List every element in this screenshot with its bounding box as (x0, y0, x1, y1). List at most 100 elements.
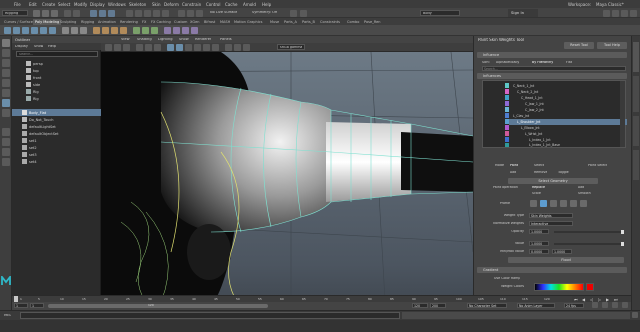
value-slider[interactable] (554, 242, 624, 246)
max-value-field[interactable]: 1.0000 (552, 249, 572, 254)
make-live-icon[interactable] (162, 10, 169, 17)
edge-loop-icon[interactable] (151, 27, 158, 34)
fps-dropdown[interactable]: 24 fps (564, 303, 584, 308)
planar-map-icon[interactable] (182, 27, 189, 34)
profile-soft-icon[interactable] (540, 200, 547, 207)
scene-end-field[interactable]: 200 (430, 303, 446, 308)
remove-radio[interactable]: Remove (534, 171, 547, 174)
sort-by-hierarchy-radio[interactable]: By Hierarchy (532, 61, 553, 64)
film-gate-icon[interactable] (154, 44, 161, 51)
scale-tool-icon[interactable] (2, 89, 10, 97)
paint-select-tool-icon[interactable] (2, 59, 10, 67)
bridge-icon[interactable] (102, 27, 109, 34)
outliner-item[interactable]: defaultLightSet (12, 123, 101, 130)
grid-icon[interactable] (145, 44, 152, 51)
combine-icon[interactable] (62, 27, 69, 34)
save-scene-icon[interactable] (51, 10, 58, 17)
extrude-icon[interactable] (93, 27, 100, 34)
wireframe-on-shaded-icon[interactable] (185, 44, 192, 51)
channel-box-icon[interactable] (630, 10, 637, 17)
menu-constrain[interactable]: Constrain (182, 2, 201, 7)
sphere-icon[interactable] (4, 27, 11, 34)
object-name-field[interactable]: Body (420, 10, 460, 16)
sort-alphabetically-radio[interactable]: Alphabetically (496, 61, 519, 64)
side-tab-tool-settings[interactable] (633, 150, 639, 180)
redo-icon[interactable] (73, 10, 80, 17)
sign-in-button[interactable]: Sign In (508, 9, 538, 17)
textured-icon[interactable] (194, 44, 201, 51)
paint-op-replace-radio[interactable]: Replace (532, 186, 545, 189)
outliner-item[interactable]: top (12, 67, 101, 74)
outliner-menu-show[interactable]: Show (34, 45, 43, 49)
menu-display[interactable]: Display (90, 2, 105, 7)
influence-search-input[interactable]: Search... (482, 66, 626, 71)
side-tab-modeling-toolkit[interactable] (633, 42, 639, 72)
profile-browse-icon[interactable] (580, 200, 587, 207)
viewport-canvas[interactable]: top -Y (101, 52, 473, 318)
outliner-menu-display[interactable]: Display (15, 45, 28, 49)
opacity-field[interactable]: 1.0000 (529, 229, 549, 234)
select-tool-icon[interactable] (2, 39, 10, 47)
input-mode-icon[interactable] (300, 10, 307, 17)
image-plane-icon[interactable] (136, 44, 143, 51)
viewport-menu-show[interactable]: Show (179, 38, 189, 42)
menu-file[interactable]: File (14, 2, 21, 7)
opacity-slider[interactable] (554, 230, 624, 234)
bevel-icon[interactable] (111, 27, 118, 34)
menu-edit[interactable]: Edit (29, 2, 37, 7)
target-weld-icon[interactable] (142, 27, 149, 34)
sound-icon[interactable] (612, 302, 618, 308)
outliner-item[interactable]: Do_Not_Touch (12, 116, 101, 123)
side-by-side-layout-icon[interactable] (2, 148, 10, 156)
mirror-icon[interactable] (164, 27, 171, 34)
automatic-map-icon[interactable] (191, 27, 198, 34)
script-editor-icon[interactable] (632, 312, 638, 318)
select-geometry-button[interactable]: Select Geometry (508, 178, 598, 184)
render-settings-icon[interactable] (196, 10, 203, 17)
auto-key-icon[interactable] (602, 302, 608, 308)
menu-windows[interactable]: Windows (108, 2, 126, 7)
opacity-slider-knob[interactable] (621, 230, 624, 234)
open-scene-icon[interactable] (42, 10, 49, 17)
single-view-layout-icon[interactable] (2, 128, 10, 136)
outliner-item[interactable]: Rig (12, 88, 101, 95)
outliner-item[interactable]: Rig (12, 95, 101, 102)
range-bar[interactable]: 120 (48, 304, 268, 308)
scene-start-field[interactable]: 1 (14, 303, 28, 308)
mode-paint-select-radio[interactable]: Paint Select (588, 164, 607, 167)
rotate-tool-icon[interactable] (2, 79, 10, 87)
outliner-item[interactable]: defaultObjectSet (12, 130, 101, 137)
viewport-menu-panels[interactable]: Panels (220, 38, 232, 42)
influences-scrollbar[interactable] (620, 81, 625, 147)
menu-select[interactable]: Select (58, 2, 70, 7)
flood-button[interactable]: Flood (508, 257, 624, 263)
paint-op-scale-radio[interactable]: Scale (532, 192, 541, 195)
menu-skin[interactable]: Skin (152, 2, 161, 7)
reset-tool-button[interactable]: Reset Tool (564, 42, 594, 49)
attribute-editor-icon[interactable] (612, 10, 619, 17)
paint-op-add-radio[interactable]: Add (578, 186, 584, 189)
profile-square-icon[interactable] (560, 200, 567, 207)
command-input[interactable] (20, 312, 400, 319)
profile-custom-icon[interactable] (570, 200, 577, 207)
outliner-item-selected[interactable]: Body_Flat (12, 109, 101, 116)
snap-point-icon[interactable] (144, 10, 151, 17)
anim-layer-dropdown[interactable]: No Anim Layer (517, 303, 555, 308)
loop-icon[interactable] (592, 302, 598, 308)
add-radio[interactable]: Add (510, 171, 516, 174)
outliner-item[interactable]: set2 (12, 144, 101, 151)
fill-hole-icon[interactable] (120, 27, 127, 34)
lasso-tool-icon[interactable] (2, 49, 10, 57)
snap-grid-icon[interactable] (126, 10, 133, 17)
tool-settings-icon[interactable] (621, 10, 628, 17)
outliner-item[interactable]: set1 (12, 137, 101, 144)
tool-help-button[interactable]: Tool Help (597, 42, 627, 49)
sort-flat-radio[interactable]: Flat (566, 61, 572, 64)
bookmark-icon[interactable] (123, 44, 130, 51)
min-value-field[interactable]: 0.0000 (529, 249, 549, 254)
last-tool-icon[interactable] (2, 109, 10, 117)
select-by-hierarchy-icon[interactable] (90, 10, 97, 17)
plane-icon[interactable] (40, 27, 47, 34)
mode-paint-radio[interactable]: Paint (510, 164, 518, 167)
menu-cache[interactable]: Cache (225, 2, 237, 7)
